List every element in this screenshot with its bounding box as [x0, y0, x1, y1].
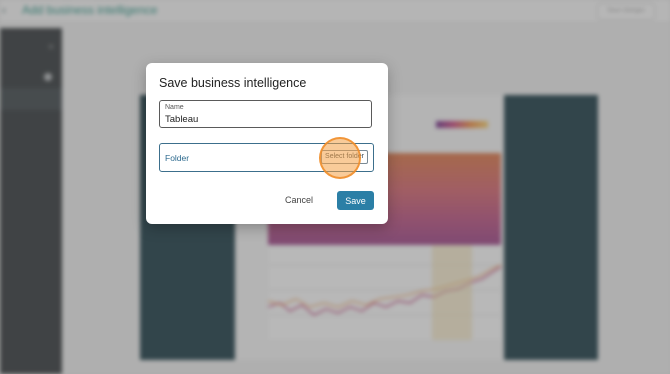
select-folder-button[interactable]: Select folder: [321, 150, 368, 164]
name-field-value[interactable]: Tableau: [165, 114, 198, 125]
cancel-button[interactable]: Cancel: [277, 191, 321, 209]
save-bi-dialog: Save business intelligence Name Tableau …: [146, 63, 388, 224]
dialog-title: Save business intelligence: [159, 76, 307, 90]
folder-field[interactable]: Folder Select folder: [159, 143, 374, 172]
folder-field-label: Folder: [165, 153, 190, 163]
save-button[interactable]: Save: [337, 191, 374, 210]
name-field-label: Name: [165, 104, 184, 111]
name-field[interactable]: Name Tableau: [159, 100, 372, 128]
